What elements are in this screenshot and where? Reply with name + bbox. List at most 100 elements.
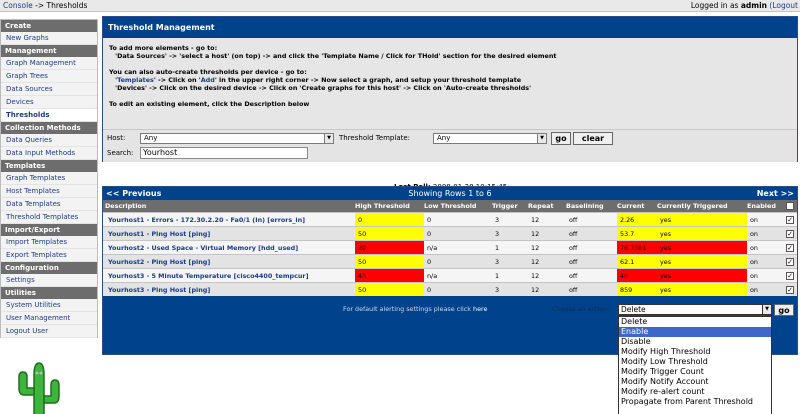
sidebar-section-header: Import/Export bbox=[1, 224, 97, 236]
instruction-line: 'Data Sources' -> 'select a host' (on to… bbox=[115, 52, 557, 60]
sidebar-item-new-graphs[interactable]: New Graphs bbox=[1, 32, 97, 45]
filter-go-button[interactable]: go bbox=[551, 132, 571, 145]
sidebar-section-header: Collection Methods bbox=[1, 122, 97, 134]
threshold-description-link[interactable]: Yourhost2 - Used Space - Virtual Memory … bbox=[105, 241, 353, 254]
table-row: Yourhost2 - Used Space - Virtual Memory … bbox=[103, 240, 797, 254]
action-go-button[interactable]: go bbox=[774, 304, 794, 316]
cell-baseline: off bbox=[569, 216, 578, 224]
logout-link[interactable]: (Logout bbox=[769, 1, 798, 10]
row-checkbox[interactable]: ✓ bbox=[786, 286, 794, 294]
threshold-description-link[interactable]: Yourhost2 - Ping Host [ping] bbox=[105, 255, 353, 268]
column-header[interactable]: Repeat bbox=[528, 200, 554, 212]
cell-triggered: yes bbox=[657, 241, 747, 254]
sidebar-item-import-templates[interactable]: Import Templates bbox=[1, 236, 97, 249]
action-option-modify-re-alert-count[interactable]: Modify re-alert count bbox=[619, 387, 771, 397]
sidebar-item-settings[interactable]: Settings bbox=[1, 274, 97, 287]
row-checkbox[interactable]: ✓ bbox=[786, 216, 794, 224]
sidebar-item-data-queries[interactable]: Data Queries bbox=[1, 134, 97, 147]
chevron-down-icon: ▼ bbox=[762, 305, 771, 314]
column-header[interactable]: Baselining bbox=[566, 200, 604, 212]
chevron-down-icon: ▼ bbox=[537, 134, 546, 143]
sidebar-item-data-templates[interactable]: Data Templates bbox=[1, 198, 97, 211]
chevron-down-icon: ▼ bbox=[324, 134, 333, 143]
next-page-link[interactable]: Next >> bbox=[757, 187, 794, 200]
sidebar-item-threshold-templates[interactable]: Threshold Templates bbox=[1, 211, 97, 224]
cell-trigger: 3 bbox=[495, 230, 500, 238]
column-header[interactable]: Enabled bbox=[747, 200, 776, 212]
default-alerting-text: For default alerting settings please cli… bbox=[343, 305, 488, 313]
search-input[interactable]: Yourhost bbox=[140, 147, 308, 159]
threshold-template-select[interactable]: Any ▼ bbox=[433, 133, 547, 144]
sidebar-item-devices[interactable]: Devices bbox=[1, 96, 97, 109]
breadcrumb-console-link[interactable]: Console bbox=[3, 1, 33, 10]
sidebar-item-data-sources[interactable]: Data Sources bbox=[1, 83, 97, 96]
cell-high: 50 bbox=[355, 227, 424, 240]
column-header[interactable]: Low Threshold bbox=[424, 200, 477, 212]
cell-repeat: 12 bbox=[531, 244, 540, 252]
cell-enabled: on bbox=[750, 272, 758, 280]
sidebar-item-user-management[interactable]: User Management bbox=[1, 312, 97, 325]
sidebar-item-export-templates[interactable]: Export Templates bbox=[1, 249, 97, 262]
cactus-logo bbox=[18, 362, 60, 414]
cell-baseline: off bbox=[569, 230, 578, 238]
column-header[interactable]: Current bbox=[617, 200, 644, 212]
action-option-modify-high-threshold[interactable]: Modify High Threshold bbox=[619, 347, 771, 357]
threshold-description-link[interactable]: Yourhost3 - Ping Host [ping] bbox=[105, 283, 353, 296]
cell-triggered: yes bbox=[657, 283, 747, 296]
cell-high: 50 bbox=[355, 255, 424, 268]
column-header[interactable]: Currently Triggered bbox=[657, 200, 728, 212]
sidebar-section-header: Management bbox=[1, 45, 97, 57]
templates-link[interactable]: Templates bbox=[117, 76, 154, 84]
cell-triggered: yes bbox=[657, 227, 747, 240]
action-option-delete[interactable]: Delete bbox=[619, 317, 771, 327]
filter-clear-button[interactable]: clear bbox=[573, 132, 613, 145]
host-select[interactable]: Any ▼ bbox=[140, 133, 334, 144]
cell-repeat: 12 bbox=[531, 286, 540, 294]
choose-action-label: Choose an action: bbox=[552, 305, 610, 313]
action-option-enable[interactable]: Enable bbox=[619, 327, 771, 337]
sidebar-item-graph-management[interactable]: Graph Management bbox=[1, 57, 97, 70]
sidebar-item-thresholds[interactable]: Thresholds bbox=[1, 109, 97, 122]
cell-current: 53.7 bbox=[617, 227, 657, 240]
row-checkbox[interactable]: ✓ bbox=[786, 272, 794, 280]
action-option-disable[interactable]: Disable bbox=[619, 337, 771, 347]
action-option-modify-notify-account[interactable]: Modify Notify Account bbox=[619, 377, 771, 387]
threshold-description-link[interactable]: Yourhost1 - Errors - 172.30.2.20 - Fa0/1… bbox=[105, 213, 353, 226]
sidebar: Create New Graphs Management Graph Manageme… bbox=[0, 13, 98, 414]
cell-low: n/a bbox=[427, 272, 438, 280]
sidebar-item-graph-trees[interactable]: Graph Trees bbox=[1, 70, 97, 83]
action-option-modify-low-threshold[interactable]: Modify Low Threshold bbox=[619, 357, 771, 367]
column-header[interactable]: Description bbox=[105, 200, 146, 212]
column-header[interactable]: High Threshold bbox=[355, 200, 410, 212]
threshold-management-panel: Threshold Management To add more element… bbox=[102, 16, 798, 162]
add-link[interactable]: Add bbox=[201, 76, 215, 84]
row-checkbox[interactable]: ✓ bbox=[786, 258, 794, 266]
threshold-description-link[interactable]: Yourhost3 - 5 Minute Temperature [cisco4… bbox=[105, 269, 353, 282]
action-option-propagate-from-parent-threshold[interactable]: Propagate from Parent Threshold bbox=[619, 397, 771, 407]
sidebar-item-system-utilities[interactable]: System Utilities bbox=[1, 299, 97, 312]
breadcrumb: Console -> Thresholds bbox=[3, 0, 87, 11]
cell-high: 45 bbox=[355, 269, 424, 282]
instruction-line: To add more elements - go to: bbox=[109, 44, 218, 52]
action-option-modify-trigger-count[interactable]: Modify Trigger Count bbox=[619, 367, 771, 377]
sidebar-section-header: Utilities bbox=[1, 287, 97, 299]
sidebar-menu: Create New Graphs Management Graph Manageme… bbox=[0, 19, 98, 338]
cell-trigger: 3 bbox=[495, 286, 500, 294]
cell-repeat: 12 bbox=[531, 230, 540, 238]
sidebar-item-host-templates[interactable]: Host Templates bbox=[1, 185, 97, 198]
threshold-description-link[interactable]: Yourhost1 - Ping Host [ping] bbox=[105, 227, 353, 240]
action-select[interactable]: Delete ▼ bbox=[618, 304, 772, 315]
sidebar-item-logout-user[interactable]: Logout User bbox=[1, 325, 97, 338]
host-label: Host: bbox=[107, 134, 126, 142]
cell-trigger: 1 bbox=[495, 272, 500, 280]
here-link[interactable]: here bbox=[473, 305, 487, 313]
cell-current: 76.7381 bbox=[617, 241, 657, 254]
select-all-checkbox[interactable] bbox=[786, 202, 794, 210]
cell-baseline: off bbox=[569, 258, 578, 266]
sidebar-item-graph-templates[interactable]: Graph Templates bbox=[1, 172, 97, 185]
row-checkbox[interactable]: ✓ bbox=[786, 244, 794, 252]
column-header[interactable]: Trigger bbox=[492, 200, 518, 212]
row-checkbox[interactable]: ✓ bbox=[786, 230, 794, 238]
cell-enabled: on bbox=[750, 286, 758, 294]
sidebar-item-data-input-methods[interactable]: Data Input Methods bbox=[1, 147, 97, 160]
